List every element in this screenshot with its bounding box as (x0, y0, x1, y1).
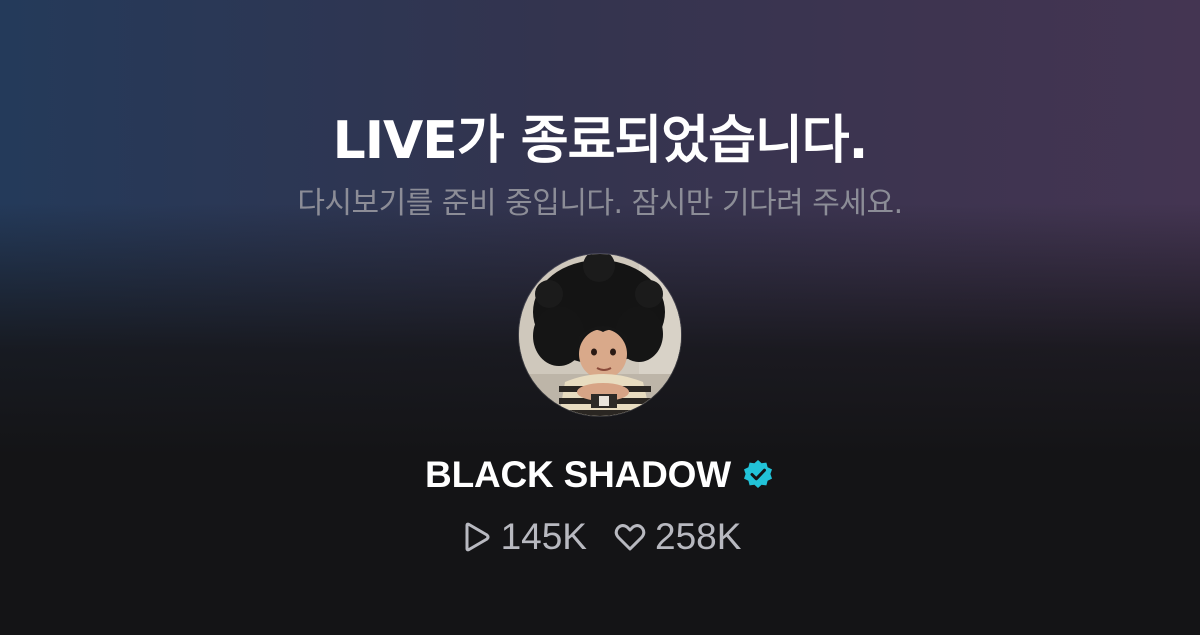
play-icon (459, 520, 493, 554)
avatar-image (519, 254, 681, 416)
verified-badge-icon (741, 458, 775, 492)
channel-stats: 145K 258K (0, 514, 1200, 560)
views-stat: 145K (459, 516, 587, 558)
live-ended-screen: LIVE가 종료되었습니다. 다시보기를 준비 중입니다. 잠시만 기다려 주세… (0, 0, 1200, 635)
channel-avatar[interactable] (519, 254, 681, 416)
heart-icon (613, 520, 647, 554)
likes-stat: 258K (613, 516, 741, 558)
channel-name[interactable]: BLACK SHADOW (425, 454, 731, 496)
live-ended-title: LIVE가 종료되었습니다. (332, 111, 869, 171)
channel-name-row[interactable]: BLACK SHADOW (0, 452, 1200, 498)
views-count: 145K (500, 516, 587, 557)
replay-preparing-message: 다시보기를 준비 중입니다. 잠시만 기다려 주세요. (297, 186, 903, 221)
likes-count: 258K (655, 516, 742, 557)
